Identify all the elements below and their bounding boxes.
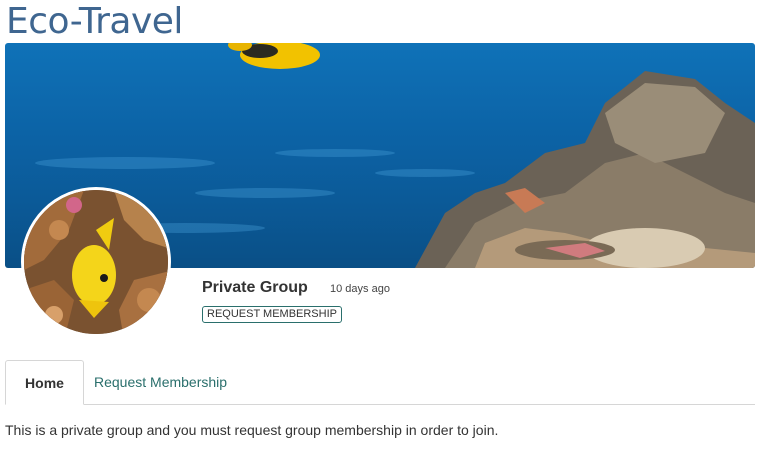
group-tabs: Home Request Membership <box>5 360 755 405</box>
group-title: Eco-Travel <box>6 1 183 42</box>
group-description: This is a private group and you must req… <box>5 422 499 438</box>
group-privacy-label: Private Group <box>202 279 308 296</box>
tab-home[interactable]: Home <box>5 360 84 405</box>
request-membership-badge[interactable]: REQUEST MEMBERSHIP <box>202 306 342 323</box>
group-created-time: 10 days ago <box>330 283 390 295</box>
group-avatar <box>21 187 171 337</box>
tab-request-membership[interactable]: Request Membership <box>94 360 227 405</box>
